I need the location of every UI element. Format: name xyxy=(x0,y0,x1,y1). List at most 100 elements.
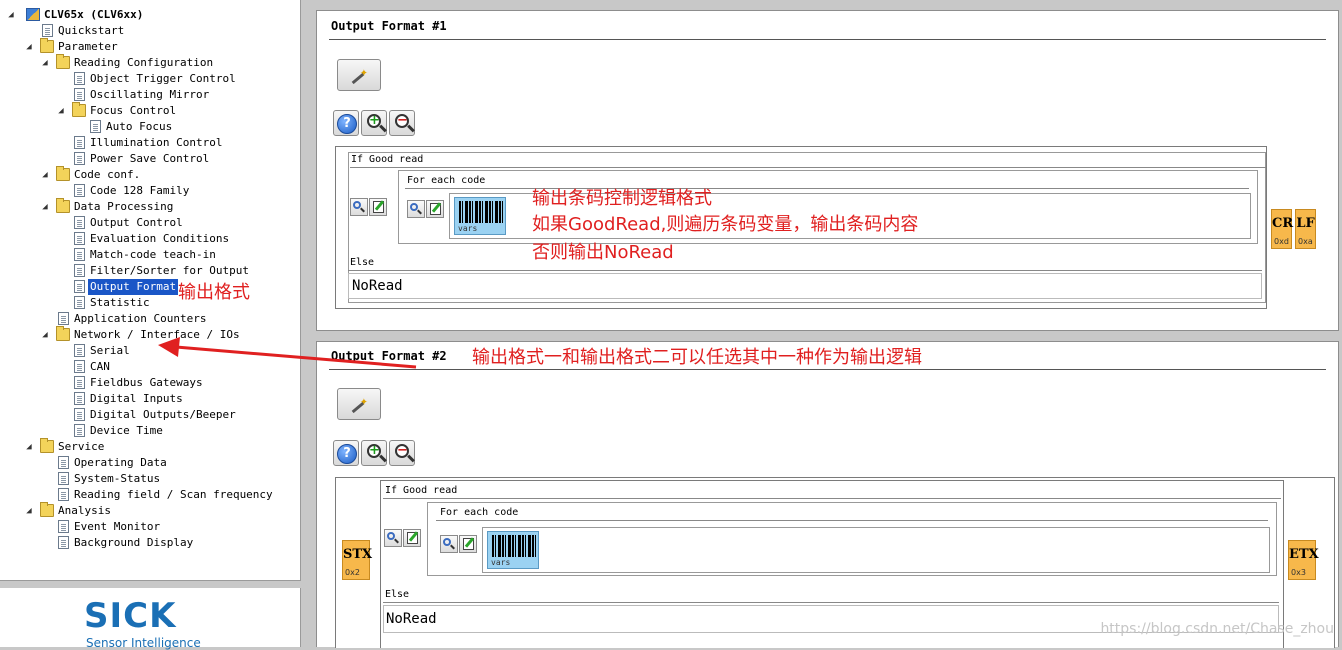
wizard-button[interactable]: ✦ xyxy=(337,388,381,420)
tree-item[interactable]: CAN xyxy=(0,359,298,375)
page-icon xyxy=(74,136,85,149)
folder-icon xyxy=(40,38,54,53)
tree-item[interactable]: Match-code teach-in xyxy=(0,247,298,263)
code-drop-area[interactable]: vars xyxy=(482,527,1270,573)
tree-item-label: Evaluation Conditions xyxy=(90,232,230,245)
suffix-cr-block[interactable]: CR 0xd xyxy=(1271,209,1293,249)
tree-item[interactable]: ◢ Service xyxy=(0,438,298,455)
tree-item[interactable]: Event Monitor xyxy=(0,519,298,535)
zoom-in-button[interactable]: + xyxy=(361,110,387,136)
tree-item[interactable]: Illumination Control xyxy=(0,135,298,151)
page-icon xyxy=(42,24,53,37)
else-divider xyxy=(383,602,1279,603)
tree-item[interactable]: Power Save Control xyxy=(0,151,298,167)
tree-item[interactable]: Quickstart xyxy=(0,23,298,39)
tree-item[interactable]: Output Control xyxy=(0,215,298,231)
tree-item-label: System-Status xyxy=(74,472,161,485)
page-icon xyxy=(74,264,85,277)
tree-item[interactable]: ◢ Reading Configuration xyxy=(0,54,298,71)
edit-button[interactable] xyxy=(426,200,444,218)
tree-item[interactable]: ◢ Data Processing xyxy=(0,198,298,215)
tree-item[interactable]: Operating Data xyxy=(0,455,298,471)
folder-icon xyxy=(40,438,54,453)
tree-item-label: Digital Inputs xyxy=(90,392,183,405)
tree-item[interactable]: ◢ CLV65x (CLV6xx) xyxy=(0,7,298,23)
for-each-code-label: For each code xyxy=(440,507,519,518)
expand-toggle-icon[interactable]: ◢ xyxy=(24,439,34,455)
tree-item[interactable]: Device Time xyxy=(0,423,298,439)
zoom-button[interactable] xyxy=(384,529,402,547)
tree-item[interactable]: Object Trigger Control xyxy=(0,71,298,87)
expand-toggle-icon[interactable]: ◢ xyxy=(56,103,66,119)
annotation-format2: 输出格式一和输出格式二可以任选其中一种作为输出逻辑 xyxy=(472,347,922,368)
tree-item-label: Event Monitor xyxy=(74,520,161,533)
wizard-button[interactable]: ✦ xyxy=(337,59,381,91)
tree-item[interactable]: ◢ Parameter xyxy=(0,38,298,55)
edit-button[interactable] xyxy=(369,198,387,216)
tree-item[interactable]: ◢ Code conf. xyxy=(0,166,298,183)
expand-toggle-icon[interactable]: ◢ xyxy=(40,55,50,71)
edit-button[interactable] xyxy=(403,529,421,547)
expand-toggle-icon[interactable]: ◢ xyxy=(24,503,34,519)
suffix-etx-block[interactable]: ETX 0x3 xyxy=(1288,540,1319,580)
else-divider xyxy=(348,270,1262,271)
tree-item[interactable]: Code 128 Family xyxy=(0,183,298,199)
expand-toggle-icon[interactable]: ◢ xyxy=(24,39,34,55)
tree-item[interactable]: Serial xyxy=(0,343,298,359)
page-icon xyxy=(74,72,85,85)
tree-item[interactable]: System-Status xyxy=(0,471,298,487)
edit-button[interactable] xyxy=(459,535,477,553)
tree-item-label: Application Counters xyxy=(74,312,207,325)
tree-item[interactable]: ◢ Analysis xyxy=(0,502,298,519)
suffix-lf-block[interactable]: LF 0xa xyxy=(1295,209,1316,249)
tree-item-label: Object Trigger Control xyxy=(90,72,236,85)
zoom-button[interactable] xyxy=(440,535,458,553)
tree-item[interactable]: Application Counters xyxy=(0,311,298,327)
page-icon xyxy=(74,216,85,229)
help-icon: ? xyxy=(337,444,357,464)
page-icon xyxy=(90,120,101,133)
tree-item[interactable]: Auto Focus xyxy=(0,119,298,135)
page-icon xyxy=(74,184,85,197)
zoom-in-button[interactable]: + xyxy=(361,440,387,466)
tree-item-label: CLV65x (CLV6xx) xyxy=(44,8,144,21)
barcode-label: vars xyxy=(458,224,478,233)
tree-item[interactable]: Evaluation Conditions xyxy=(0,231,298,247)
barcode-variable[interactable]: vars xyxy=(454,197,506,235)
tree-item[interactable]: Background Display xyxy=(0,535,298,551)
folder-icon xyxy=(56,326,70,341)
tree-item[interactable]: Reading field / Scan frequency xyxy=(0,487,298,503)
tree-item[interactable]: ◢ Network / Interface / IOs xyxy=(0,326,298,343)
expand-toggle-icon[interactable]: ◢ xyxy=(40,199,50,215)
tree-item[interactable]: Oscillating Mirror xyxy=(0,87,298,103)
zoom-button[interactable] xyxy=(350,198,368,216)
zoom-out-button[interactable]: − xyxy=(389,440,415,466)
tree-item[interactable]: Digital Inputs xyxy=(0,391,298,407)
tree-item-label: Code 128 Family xyxy=(90,184,190,197)
tree-item[interactable]: Output Format xyxy=(0,279,298,295)
zoom-button[interactable] xyxy=(407,200,425,218)
tree-item[interactable]: Fieldbus Gateways xyxy=(0,375,298,391)
tree-item[interactable]: Statistic xyxy=(0,295,298,311)
help-button[interactable]: ? xyxy=(333,440,359,466)
zoom-out-button[interactable]: − xyxy=(389,110,415,136)
page-icon xyxy=(74,408,85,421)
tree-item-label: Device Time xyxy=(90,424,163,437)
tree-item-label: Match-code teach-in xyxy=(90,248,216,261)
expand-toggle-icon[interactable]: ◢ xyxy=(40,167,50,183)
else-value-field[interactable]: NoRead xyxy=(348,273,1262,299)
page-icon xyxy=(74,232,85,245)
tree-item[interactable]: Filter/Sorter for Output xyxy=(0,263,298,279)
expand-toggle-icon[interactable]: ◢ xyxy=(40,327,50,343)
barcode-variable[interactable]: vars xyxy=(487,531,539,569)
tree-item[interactable]: ◢ Focus Control xyxy=(0,102,298,119)
tree-item-label: Output Format xyxy=(88,279,179,295)
page-icon xyxy=(74,424,85,437)
tree-item[interactable]: Digital Outputs/Beeper xyxy=(0,407,298,423)
tree-item-label: Oscillating Mirror xyxy=(90,88,210,101)
help-button[interactable]: ? xyxy=(333,110,359,136)
folder-icon xyxy=(72,102,86,117)
expand-toggle-icon[interactable]: ◢ xyxy=(6,7,16,23)
prefix-stx-block[interactable]: STX 0x2 xyxy=(342,540,372,580)
for-each-code-block[interactable]: For each code vars xyxy=(427,502,1277,576)
